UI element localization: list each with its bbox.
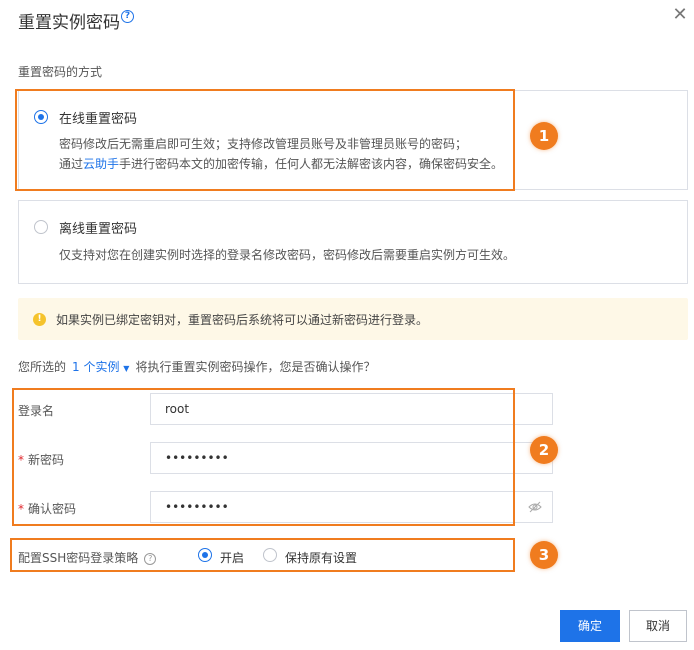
highlight-box-2 bbox=[12, 388, 515, 526]
close-icon[interactable]: ✕ bbox=[669, 4, 691, 26]
caret-down-icon: ▼ bbox=[123, 364, 130, 373]
notice-banner: ! 如果实例已绑定密钥对，重置密码后系统将可以通过新密码进行登录。 bbox=[18, 298, 688, 340]
cancel-button[interactable]: 取消 bbox=[629, 610, 687, 642]
reset-method-label: 重置密码的方式 bbox=[18, 65, 103, 79]
annotation-badge-3: 3 bbox=[530, 541, 558, 569]
warning-icon: ! bbox=[33, 313, 46, 326]
annotation-badge-2: 2 bbox=[530, 436, 558, 464]
instance-count-label: 1 个实例 bbox=[72, 360, 120, 374]
notice-text: 如果实例已绑定密钥对，重置密码后系统将可以通过新密码进行登录。 bbox=[56, 313, 429, 327]
confirm-statement: 您所选的 1 个实例 ▼ 将执行重置实例密码操作，您是否确认操作？ bbox=[18, 358, 375, 375]
confirm-suffix: 将执行重置实例密码操作，您是否确认操作？ bbox=[135, 360, 376, 374]
ok-button[interactable]: 确定 bbox=[560, 610, 620, 642]
offline-reset-radio[interactable] bbox=[34, 220, 48, 234]
confirm-prefix: 您所选的 bbox=[18, 360, 67, 374]
instance-count-dropdown[interactable]: 1 个实例 ▼ bbox=[72, 360, 129, 374]
eye-hidden-icon[interactable] bbox=[528, 500, 542, 514]
offline-reset-title: 离线重置密码 bbox=[59, 222, 138, 237]
help-icon[interactable]: ? bbox=[121, 10, 134, 23]
offline-reset-desc: 仅支持对您在创建实例时选择的登录名修改密码，密码修改后需要重启实例方可生效。 bbox=[59, 248, 516, 262]
annotation-badge-1: 1 bbox=[530, 122, 558, 150]
dialog-title: 重置实例密码 bbox=[18, 13, 120, 33]
offline-reset-option[interactable]: 离线重置密码 仅支持对您在创建实例时选择的登录名修改密码，密码修改后需要重启实例… bbox=[18, 200, 688, 284]
highlight-box-3 bbox=[10, 538, 515, 572]
highlight-box-1 bbox=[15, 89, 515, 191]
